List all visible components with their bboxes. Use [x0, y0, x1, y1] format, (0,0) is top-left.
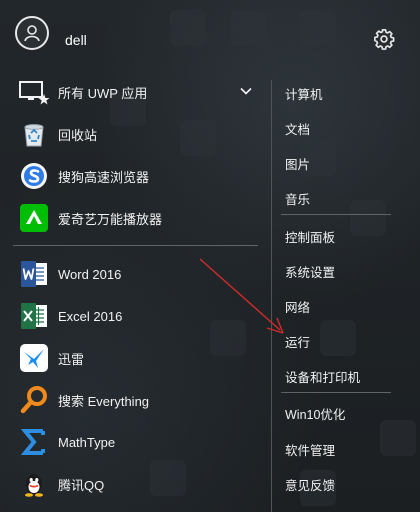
link-network[interactable]: 网络 [285, 297, 310, 316]
app-item-iqiyi-player[interactable]: 爱奇艺万能播放器 [0, 198, 262, 238]
app-list: 所有 UWP 应用 回收站 搜狗高速浏览器 爱奇艺万能播放器 Word 2016… [0, 72, 262, 512]
app-item-xunlei[interactable]: 迅雷 [0, 338, 262, 378]
gear-icon [374, 29, 395, 50]
excel-icon [18, 300, 50, 332]
user-icon [24, 25, 40, 42]
app-label: 回收站 [58, 127, 98, 143]
link-run[interactable]: 运行 [285, 332, 310, 351]
user-header: dell [0, 0, 420, 72]
avatar[interactable] [15, 16, 49, 50]
app-item-recycle-bin[interactable]: 回收站 [0, 114, 262, 154]
link-devices-printers[interactable]: 设备和打印机 [285, 367, 360, 386]
link-feedback[interactable]: 意见反馈 [285, 475, 335, 494]
iqiyi-icon [18, 202, 50, 234]
link-win10-optimize[interactable]: Win10优化 [285, 404, 345, 423]
app-label: MathType [58, 434, 116, 450]
app-label: 搜狗高速浏览器 [58, 169, 150, 185]
sogou-browser-icon [18, 160, 50, 192]
mathtype-icon [18, 426, 50, 458]
link-documents[interactable]: 文档 [285, 119, 310, 138]
links-divider [281, 392, 391, 393]
word-icon [18, 258, 50, 290]
everything-icon [18, 384, 50, 416]
app-label: 搜索 Everything [58, 393, 150, 409]
app-item-sogou-browser[interactable]: 搜狗高速浏览器 [0, 156, 262, 196]
app-item-excel-2016[interactable]: Excel 2016 [0, 296, 262, 336]
all-apps-icon [18, 76, 50, 108]
app-label: Word 2016 [58, 266, 122, 282]
app-item-all-apps[interactable]: 所有 UWP 应用 [0, 72, 262, 112]
link-music[interactable]: 音乐 [285, 189, 310, 208]
app-list-divider [13, 245, 258, 246]
link-pictures[interactable]: 图片 [285, 154, 310, 173]
link-system-settings[interactable]: 系统设置 [285, 262, 335, 281]
app-item-everything[interactable]: 搜索 Everything [0, 380, 262, 420]
app-item-word-2016[interactable]: Word 2016 [0, 254, 262, 294]
links-divider [281, 214, 391, 215]
link-software-manager[interactable]: 软件管理 [285, 440, 335, 459]
app-item-qq[interactable]: 腾讯QQ [0, 464, 262, 504]
xunlei-icon [18, 342, 50, 374]
app-label: 迅雷 [58, 351, 85, 367]
link-control-panel[interactable]: 控制面板 [285, 227, 335, 246]
username[interactable]: dell [65, 32, 87, 48]
link-computer[interactable]: 计算机 [285, 84, 323, 103]
recycle-bin-icon [18, 118, 50, 150]
chevron-down-icon[interactable] [240, 84, 252, 96]
app-label: 所有 UWP 应用 [58, 85, 148, 101]
app-item-mathtype[interactable]: MathType [0, 422, 262, 462]
app-label: Excel 2016 [58, 308, 123, 324]
quick-links: 计算机 文档 图片 音乐 控制面板 系统设置 网络 运行 设备和打印机 Win1… [272, 72, 420, 512]
qq-icon [18, 468, 50, 500]
app-label: 爱奇艺万能播放器 [58, 211, 163, 227]
settings-button[interactable] [373, 28, 395, 50]
app-label: 腾讯QQ [58, 477, 105, 493]
